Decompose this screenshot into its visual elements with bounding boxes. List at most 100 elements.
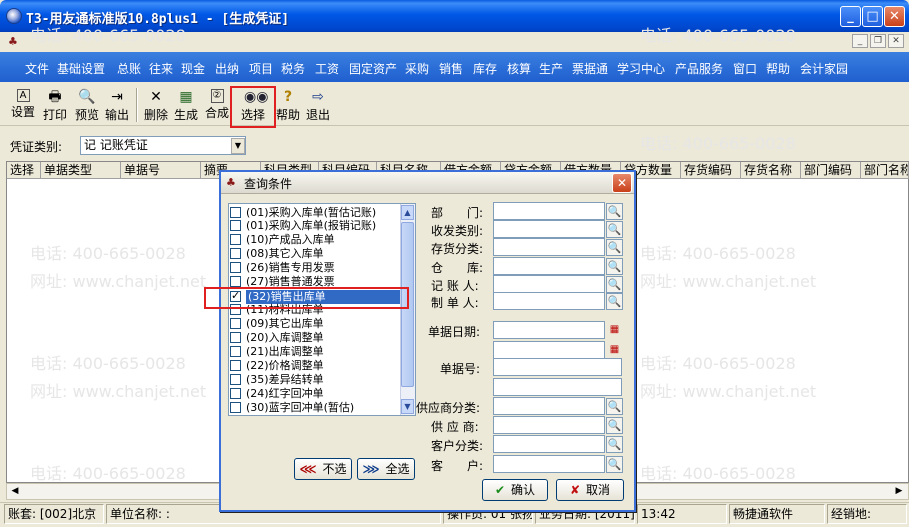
- printer-icon: 🖶: [48, 89, 62, 105]
- checkbox[interactable]: [230, 207, 241, 218]
- dept-field[interactable]: [493, 202, 605, 220]
- col-header-item-code[interactable]: 存货编码: [681, 162, 741, 179]
- menu-cashier[interactable]: 出纳: [215, 60, 239, 77]
- col-header-doc-type[interactable]: 单据类型: [41, 162, 121, 179]
- child-minimize-button[interactable]: _: [852, 34, 868, 48]
- child-restore-button[interactable]: ❐: [870, 34, 886, 48]
- checkbox[interactable]: [230, 346, 241, 357]
- scroll-right-icon[interactable]: ▶: [892, 485, 906, 498]
- search-icon[interactable]: 🔍: [606, 436, 623, 453]
- search-icon[interactable]: 🔍: [606, 398, 623, 415]
- bookkeeper-field[interactable]: [493, 275, 605, 293]
- search-icon[interactable]: 🔍: [606, 221, 623, 238]
- calendar-icon[interactable]: ▦: [606, 342, 623, 359]
- search-icon[interactable]: 🔍: [606, 293, 623, 310]
- menu-tax[interactable]: 税务: [281, 60, 305, 77]
- merge-button[interactable]: ② 合成: [203, 87, 231, 123]
- export-button[interactable]: ⇥ 输出: [102, 87, 132, 123]
- menu-help[interactable]: 帮助: [766, 60, 790, 77]
- checkbox[interactable]: [230, 360, 241, 371]
- cancel-icon: ✘: [569, 483, 581, 497]
- col-header-doc-no[interactable]: 单据号: [121, 162, 201, 179]
- menu-window[interactable]: 窗口: [733, 60, 757, 77]
- menu-general-ledger[interactable]: 总账: [117, 60, 141, 77]
- toolbar-separator: [136, 88, 138, 122]
- cancel-button[interactable]: ✘ 取消: [556, 479, 624, 501]
- menu-sales[interactable]: 销售: [439, 60, 463, 77]
- scroll-up-icon[interactable]: ▲: [401, 205, 414, 220]
- calendar-icon[interactable]: ▦: [606, 322, 623, 339]
- menu-learning[interactable]: 学习中心: [617, 60, 665, 77]
- exit-button[interactable]: ⇨ 退出: [304, 87, 332, 123]
- delete-icon: ✕: [150, 89, 162, 105]
- search-icon[interactable]: 🔍: [606, 456, 623, 473]
- menu-cash[interactable]: 现金: [181, 60, 205, 77]
- customer-field[interactable]: [493, 455, 605, 473]
- doc-date-end-field[interactable]: [493, 341, 605, 359]
- search-icon[interactable]: 🔍: [606, 203, 623, 220]
- recv-type-field[interactable]: [493, 220, 605, 238]
- settings-button[interactable]: A 设置: [8, 87, 38, 123]
- menu-project[interactable]: 项目: [249, 60, 273, 77]
- scroll-down-icon[interactable]: ▼: [401, 399, 414, 414]
- menu-file[interactable]: 文件: [25, 60, 49, 77]
- search-icon[interactable]: 🔍: [606, 258, 623, 275]
- menu-production[interactable]: 生产: [539, 60, 563, 77]
- print-button[interactable]: 🖶 打印: [40, 87, 70, 123]
- menu-accounting[interactable]: 核算: [507, 60, 531, 77]
- dialog-close-button[interactable]: ✕: [612, 173, 632, 193]
- checkbox[interactable]: [230, 220, 241, 231]
- warehouse-field[interactable]: [493, 257, 605, 275]
- inv-class-field[interactable]: [493, 238, 605, 256]
- checkbox[interactable]: [230, 276, 241, 287]
- col-header-dept-name[interactable]: 部门名称: [861, 162, 909, 179]
- doc-no-end-field[interactable]: [493, 378, 622, 396]
- doc-no-start-field[interactable]: [493, 358, 622, 376]
- scroll-left-icon[interactable]: ◀: [8, 485, 22, 498]
- child-close-button[interactable]: ✕: [888, 34, 904, 48]
- select-all-button[interactable]: ⋙ 全选: [357, 458, 415, 480]
- generate-button[interactable]: ▦ 生成: [172, 87, 200, 123]
- chevron-down-icon[interactable]: ▼: [231, 138, 245, 154]
- menu-bills[interactable]: 票据通: [572, 60, 608, 77]
- menu-basic-settings[interactable]: 基础设置: [57, 60, 105, 77]
- watermark-phone: 电话: 400-665-0028: [30, 26, 186, 45]
- col-header-dept-code[interactable]: 部门编码: [801, 162, 861, 179]
- doc-date-start-field[interactable]: [493, 321, 605, 339]
- search-icon[interactable]: 🔍: [606, 276, 623, 293]
- dialog-app-icon: ♣: [226, 176, 236, 189]
- voucher-type-select[interactable]: 记 记账凭证: [80, 136, 246, 155]
- menu-services[interactable]: 产品服务: [675, 60, 723, 77]
- help-button[interactable]: ? 帮助: [276, 87, 300, 123]
- close-button[interactable]: ✕: [884, 6, 905, 27]
- menu-inventory[interactable]: 库存: [473, 60, 497, 77]
- maximize-button[interactable]: □: [862, 6, 883, 27]
- menu-accounting-home[interactable]: 会计家园: [800, 60, 848, 77]
- checkbox[interactable]: [230, 248, 241, 259]
- checkbox[interactable]: [230, 234, 241, 245]
- menu-receivables[interactable]: 往来: [149, 60, 173, 77]
- warehouse-label: 仓 库:: [431, 261, 484, 275]
- checkbox[interactable]: [230, 318, 241, 329]
- unselect-button[interactable]: ⋘ 不选: [294, 458, 352, 480]
- checkbox[interactable]: [230, 388, 241, 399]
- checkbox[interactable]: [230, 332, 241, 343]
- minimize-button[interactable]: _: [840, 6, 861, 27]
- vendor-field[interactable]: [493, 416, 605, 434]
- search-icon[interactable]: 🔍: [606, 239, 623, 256]
- menu-payroll[interactable]: 工资: [315, 60, 339, 77]
- col-header-item-name[interactable]: 存货名称: [741, 162, 801, 179]
- delete-button[interactable]: ✕ 删除: [142, 87, 170, 123]
- col-header-select[interactable]: 选择: [7, 162, 41, 179]
- confirm-button[interactable]: ✔ 确认: [482, 479, 548, 501]
- cust-class-field[interactable]: [493, 435, 605, 453]
- menu-fixed-assets[interactable]: 固定资产: [349, 60, 397, 77]
- maker-field[interactable]: [493, 292, 605, 310]
- checkbox[interactable]: [230, 374, 241, 385]
- preview-button[interactable]: 🔍 预览: [72, 87, 102, 123]
- menu-purchase[interactable]: 采购: [405, 60, 429, 77]
- search-icon[interactable]: 🔍: [606, 417, 623, 434]
- vendor-class-field[interactable]: [493, 397, 605, 415]
- checkbox[interactable]: [230, 402, 241, 413]
- checkbox[interactable]: [230, 262, 241, 273]
